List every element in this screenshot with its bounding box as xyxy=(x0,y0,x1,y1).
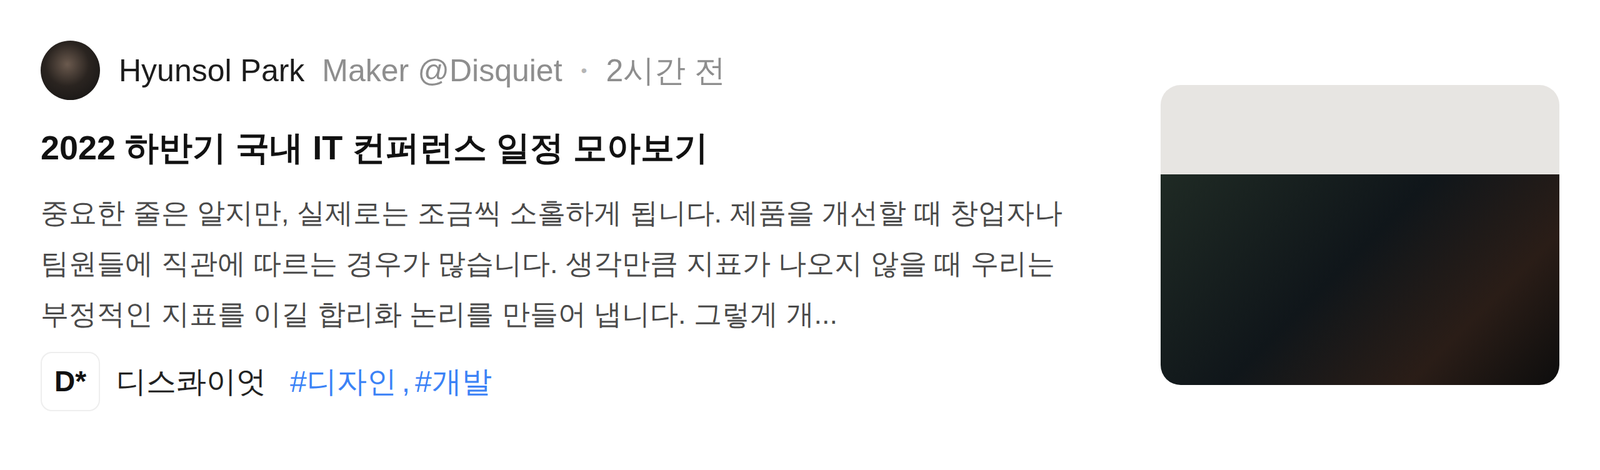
meta-separator: • xyxy=(581,51,588,90)
tag-separator: , xyxy=(401,363,410,401)
tag[interactable]: #디자인 xyxy=(290,363,397,401)
channel-logo[interactable]: D* xyxy=(40,351,100,412)
post-excerpt: 중요한 줄은 알지만, 실제로는 조금씩 소홀하게 됩니다. 제품을 개선할 때… xyxy=(40,187,1091,340)
author-role: Maker @Disquiet xyxy=(321,51,562,90)
post-time: 2시간 전 xyxy=(605,51,726,90)
avatar-image[interactable] xyxy=(40,40,100,100)
tag[interactable]: #개발 xyxy=(415,363,492,401)
post-content: Hyunsol Park Maker @Disquiet • 2시간 전 2022 하반… xyxy=(40,40,1091,412)
post-footer: D* 디스콰이엇 #디자인,#개발 xyxy=(40,351,1091,412)
post-thumbnail[interactable] xyxy=(1160,85,1560,385)
post-header: Hyunsol Park Maker @Disquiet • 2시간 전 xyxy=(40,40,1091,100)
tag-list: #디자인,#개발 xyxy=(290,363,492,401)
post-title[interactable]: 2022 하반기 국내 IT 컨퍼런스 일정 모아보기 xyxy=(40,125,1091,170)
channel-name[interactable]: 디스콰이엇 xyxy=(116,363,267,401)
post-card[interactable]: Hyunsol Park Maker @Disquiet • 2시간 전 2022 하반… xyxy=(0,0,1600,470)
author-name[interactable]: Hyunsol Park xyxy=(118,51,305,90)
